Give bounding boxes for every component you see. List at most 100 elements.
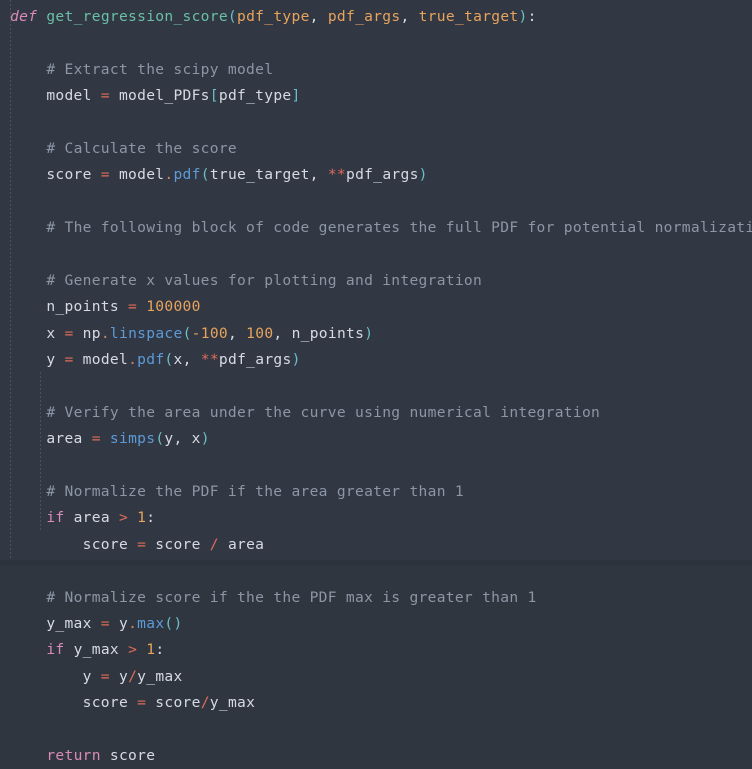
- code-token: 1: [137, 509, 147, 527]
- code-token: model: [109, 166, 165, 184]
- code-token: get_regression_score: [46, 8, 228, 25]
- code-line[interactable]: [10, 30, 752, 56]
- code-line[interactable]: # Generate x values for plotting and int…: [10, 268, 752, 294]
- code-line[interactable]: [10, 717, 752, 743]
- code-token: 1: [146, 641, 156, 659]
- code-token: pdf_args: [346, 166, 419, 184]
- code-line[interactable]: # Calculate the score: [10, 136, 752, 162]
- code-token: score: [10, 694, 138, 712]
- code-token: y: [10, 351, 65, 369]
- code-token: np: [73, 324, 101, 342]
- code-token: simps: [109, 430, 156, 448]
- code-line[interactable]: score = score / area: [10, 532, 752, 558]
- code-token: ,: [227, 324, 247, 342]
- code-line[interactable]: [10, 558, 752, 584]
- code-line[interactable]: area = simps(y, x): [10, 426, 752, 452]
- code-token: ): [364, 324, 374, 342]
- code-token: >: [128, 641, 138, 659]
- code-token: **: [327, 166, 347, 184]
- code-editor-viewport[interactable]: def get_regression_score(pdf_type, pdf_a…: [0, 0, 752, 764]
- code-line[interactable]: y_max = y.max(): [10, 611, 752, 637]
- code-line[interactable]: y = model.pdf(x, **pdf_args): [10, 347, 752, 373]
- code-token: ): [291, 351, 301, 369]
- code-line[interactable]: # Normalize score if the the PDF max is …: [10, 585, 752, 611]
- code-token: pdf: [137, 351, 165, 369]
- code-token: =: [100, 667, 110, 685]
- code-token: =: [64, 324, 74, 342]
- code-token: (: [227, 8, 238, 25]
- code-token: =: [137, 535, 147, 553]
- code-token: y_max: [209, 694, 256, 712]
- code-line-list: def get_regression_score(pdf_type, pdf_a…: [0, 4, 752, 769]
- code-token: # Verify the area under the curve using …: [46, 403, 601, 421]
- code-token: /: [209, 535, 219, 553]
- code-token: /: [128, 667, 138, 685]
- code-token: score: [146, 535, 210, 553]
- code-token: model: [73, 351, 129, 369]
- code-line[interactable]: # Verify the area under the curve using …: [10, 400, 752, 426]
- code-line[interactable]: y = y/y_max: [10, 664, 752, 690]
- code-token: y_max: [10, 614, 101, 632]
- code-token: >: [118, 509, 129, 527]
- code-token: (: [182, 324, 192, 342]
- code-line[interactable]: x = np.linspace(-100, 100, n_points): [10, 321, 752, 347]
- code-token: score: [146, 694, 201, 712]
- code-token: ): [518, 8, 528, 25]
- code-line[interactable]: n_points = 100000: [10, 294, 752, 320]
- code-line[interactable]: score = score/y_max: [10, 690, 752, 716]
- code-token: # Normalize the PDF if the area greater …: [46, 483, 464, 501]
- code-token: y: [10, 667, 101, 685]
- code-token: =: [91, 430, 101, 448]
- code-token: .: [100, 324, 110, 342]
- code-line[interactable]: # The following block of code generates …: [10, 215, 752, 241]
- code-token: if: [46, 509, 65, 527]
- code-token: =: [100, 614, 110, 632]
- code-token: ,: [400, 8, 419, 25]
- code-token: # The following block of code generates …: [46, 219, 752, 237]
- code-token: pdf_args: [327, 8, 401, 25]
- code-line[interactable]: [10, 373, 752, 399]
- code-token: score: [10, 535, 138, 553]
- code-line[interactable]: [10, 453, 752, 479]
- code-line[interactable]: [10, 110, 752, 136]
- code-token: if: [46, 641, 65, 659]
- code-token: -100: [191, 324, 228, 342]
- code-token: area: [64, 509, 119, 527]
- code-token: n_points: [10, 298, 129, 316]
- code-token: ]: [291, 87, 301, 105]
- code-line[interactable]: model = model_PDFs[pdf_type]: [10, 83, 752, 109]
- code-token: pdf: [173, 166, 201, 184]
- code-token: score: [100, 746, 156, 764]
- code-token: pdf_type: [237, 8, 310, 25]
- code-line[interactable]: if y_max > 1:: [10, 637, 752, 663]
- code-line[interactable]: [10, 242, 752, 268]
- code-token: model: [10, 87, 101, 105]
- code-line[interactable]: score = model.pdf(true_target, **pdf_arg…: [10, 162, 752, 188]
- code-line[interactable]: def get_regression_score(pdf_type, pdf_a…: [10, 4, 752, 30]
- code-token: **: [200, 351, 219, 369]
- code-token: :: [146, 509, 156, 527]
- code-line[interactable]: return score: [10, 743, 752, 769]
- code-token: =: [128, 298, 138, 316]
- code-token: [: [209, 87, 219, 105]
- code-token: def: [10, 8, 38, 25]
- code-line[interactable]: [10, 189, 752, 215]
- code-line[interactable]: # Normalize the PDF if the area greater …: [10, 479, 752, 505]
- code-token: linspace: [109, 324, 183, 342]
- code-token: ): [200, 430, 210, 448]
- code-token: ,: [309, 8, 328, 25]
- code-line[interactable]: # Extract the scipy model: [10, 57, 752, 83]
- code-line[interactable]: if area > 1:: [10, 505, 752, 531]
- code-token: area: [10, 430, 92, 448]
- code-token: true_target,: [209, 166, 328, 184]
